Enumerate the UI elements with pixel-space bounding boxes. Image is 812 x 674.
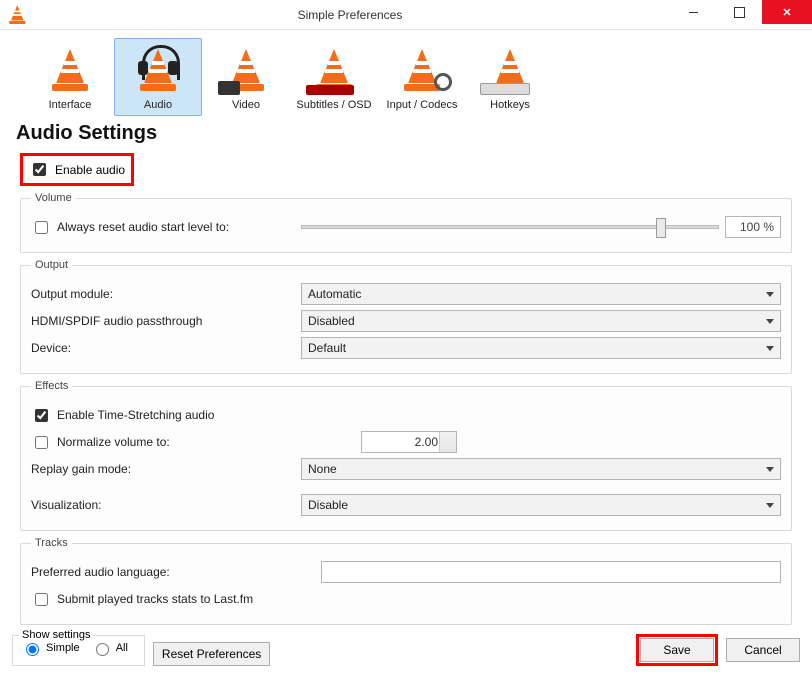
output-module-label: Output module:	[31, 287, 113, 301]
tab-label: Input / Codecs	[387, 99, 458, 111]
effects-group: Effects Enable Time-Stretching audio Nor…	[20, 380, 792, 531]
tab-audio[interactable]: Audio	[114, 38, 202, 116]
tab-hotkeys[interactable]: Hotkeys	[466, 38, 554, 116]
normalize-label: Normalize volume to:	[57, 435, 170, 449]
tab-label: Video	[232, 99, 260, 111]
titlebar: Simple Preferences	[0, 0, 812, 30]
tab-video[interactable]: Video	[202, 38, 290, 116]
slider-thumb[interactable]	[656, 218, 666, 238]
enable-audio-highlight: Enable audio	[20, 153, 134, 186]
enable-audio-label: Enable audio	[55, 163, 125, 177]
group-legend: Effects	[31, 380, 72, 392]
output-group: Output Output module: Automatic HDMI/SPD…	[20, 259, 792, 374]
device-label: Device:	[31, 341, 71, 355]
footer: Show settings Simple All Reset Preferenc…	[12, 634, 800, 666]
close-button[interactable]	[762, 0, 812, 24]
tab-input[interactable]: Input / Codecs	[378, 38, 466, 116]
reset-preferences-button[interactable]: Reset Preferences	[153, 642, 270, 666]
page-title: Audio Settings	[16, 122, 800, 145]
window-title: Simple Preferences	[30, 8, 670, 22]
cancel-button[interactable]: Cancel	[726, 638, 800, 662]
volume-group: Volume Always reset audio start level to…	[20, 192, 792, 253]
group-legend: Output	[31, 259, 72, 271]
normalize-checkbox[interactable]	[35, 436, 48, 449]
category-tabs: Interface Audio Video Subtitles / OSD	[12, 38, 800, 118]
normalize-spinbox[interactable]: 2.00	[361, 431, 457, 453]
maximize-button[interactable]	[716, 0, 762, 24]
output-module-combo[interactable]: Automatic	[301, 283, 781, 305]
volume-percent: 100 %	[725, 216, 781, 238]
reset-level-label: Always reset audio start level to:	[57, 220, 229, 234]
keyboard-icon	[480, 83, 530, 95]
lastfm-label: Submit played tracks stats to Last.fm	[57, 592, 253, 606]
volume-slider[interactable]	[301, 225, 719, 229]
subtitle-bar-icon	[306, 85, 354, 95]
hdmi-combo[interactable]: Disabled	[301, 310, 781, 332]
tab-label: Hotkeys	[490, 99, 530, 111]
replay-label: Replay gain mode:	[31, 462, 131, 476]
tab-subtitles[interactable]: Subtitles / OSD	[290, 38, 378, 116]
tab-label: Audio	[144, 99, 172, 111]
minimize-button[interactable]	[670, 0, 716, 24]
reset-level-checkbox[interactable]	[35, 221, 48, 234]
save-highlight: Save	[636, 634, 718, 666]
group-legend: Tracks	[31, 537, 72, 549]
lastfm-checkbox[interactable]	[35, 593, 48, 606]
device-combo[interactable]: Default	[301, 337, 781, 359]
timestretch-checkbox[interactable]	[35, 409, 48, 422]
radio-all[interactable]: All	[91, 640, 128, 656]
viz-label: Visualization:	[31, 498, 102, 512]
tracks-group: Tracks Preferred audio language: Submit …	[20, 537, 792, 625]
app-icon	[0, 0, 30, 37]
replay-combo[interactable]: None	[301, 458, 781, 480]
lang-input[interactable]	[321, 561, 781, 583]
headphones-icon	[138, 45, 178, 73]
viz-combo[interactable]: Disable	[301, 494, 781, 516]
timestretch-label: Enable Time-Stretching audio	[57, 408, 214, 422]
tab-interface[interactable]: Interface	[26, 38, 114, 116]
lang-label: Preferred audio language:	[31, 565, 170, 579]
hdmi-label: HDMI/SPDIF audio passthrough	[31, 314, 202, 328]
show-settings-group: Show settings Simple All	[12, 635, 145, 666]
group-legend: Volume	[31, 192, 76, 204]
disc-icon	[434, 73, 452, 91]
radio-simple[interactable]: Simple	[21, 640, 80, 656]
tab-label: Interface	[49, 99, 92, 111]
enable-audio-checkbox[interactable]	[33, 163, 46, 176]
tab-label: Subtitles / OSD	[296, 99, 371, 111]
show-settings-label: Show settings	[19, 629, 93, 641]
clapper-icon	[218, 81, 240, 95]
save-button[interactable]: Save	[640, 638, 714, 662]
